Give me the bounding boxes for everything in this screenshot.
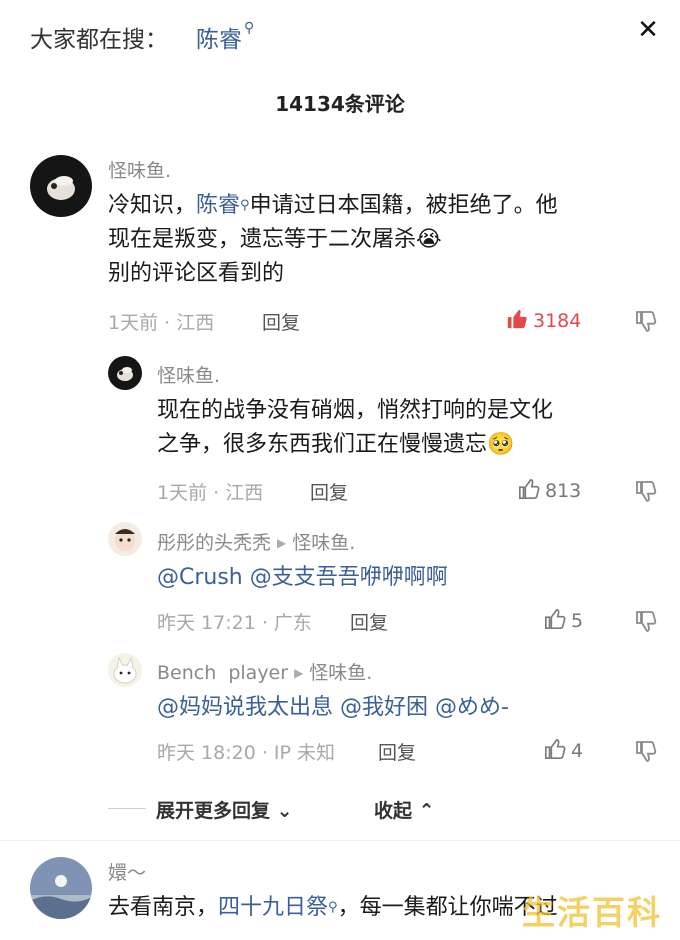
comment-text-segment: 冷知识， [108,193,197,218]
reply-meta: 1天前 · 江西 [157,482,264,504]
reply-button[interactable]: 回复 [262,308,300,335]
reply-username[interactable]: 怪味鱼. [157,361,220,388]
comment-text-segment: 申请过日本国籍，被拒绝了。他 [249,193,558,218]
reply-meta: 昨天 17:21 · 广东 [157,612,312,634]
chevron-down-icon: ⌄ [276,800,293,822]
expand-replies-label: 展开更多回复 [156,800,271,822]
search-term-text: 陈睿 [196,27,242,53]
reply-arrow-icon: ▶ [294,666,304,680]
like-button[interactable]: 5 [544,608,583,632]
comment-line: 冷知识，陈睿⚲申请过日本国籍，被拒绝了。他 [108,189,668,223]
crying-emoji-icon: 😭 [416,227,442,252]
collapse-replies-label: 收起 [374,800,413,822]
comment-line: 现在是叛变，遗忘等于二次屠杀😭 [108,223,668,257]
reply-arrow-icon: ▶ [277,536,287,550]
comment-text-segment: 现在是叛变，遗忘等于二次屠杀 [108,227,417,252]
search-suggestion-bar: 大家都在搜： 陈睿 ⚲ ✕ [0,0,680,75]
avatar[interactable] [30,155,92,217]
avatar[interactable] [108,522,142,556]
dislike-button[interactable] [634,309,660,335]
reply-target[interactable]: 怪味鱼. [292,532,355,554]
close-icon: ✕ [637,15,659,45]
like-count: 4 [571,740,584,762]
reply-username: Bench player ▶ 怪味鱼. [157,658,372,685]
like-button[interactable]: 813 [518,478,581,502]
reply-button[interactable]: 回复 [378,738,416,765]
thumbs-up-icon [545,739,566,759]
search-suggestion-label: 大家都在搜： [30,27,168,53]
thumbs-down-icon [636,481,657,502]
thumbs-down-icon [636,741,657,762]
thumbs-down-icon [636,311,657,332]
expand-divider [108,808,146,809]
watermark: 生活百科 [522,893,662,932]
search-icon: ⚲ [328,900,338,915]
thumbs-up-icon [507,309,527,329]
like-count: 5 [571,610,584,632]
like-button[interactable]: 4 [544,738,583,762]
comment-text-segment: 之争，很多东西我们正在慢慢遗忘 [157,432,488,457]
chevron-up-icon: ⌃ [418,800,435,822]
comment-text-segment: 去看南京， [108,895,219,920]
dislike-button[interactable] [634,739,660,765]
search-link[interactable]: 陈睿⚲ [196,193,250,218]
comments-count: 14134条评论 [275,92,405,116]
collapse-replies-button[interactable]: 收起 ⌃ [374,796,435,823]
reply-text[interactable]: @Crush @支支吾吾咿咿啊啊 [157,561,657,595]
search-icon: ⚲ [244,20,255,36]
reply-target[interactable]: 怪味鱼. [309,662,372,684]
thumbs-up-icon [545,609,566,629]
reply-button[interactable]: 回复 [310,478,348,505]
comment-line: 之争，很多东西我们正在慢慢遗忘🥺 [157,428,657,462]
like-count: 3184 [533,310,582,332]
close-button[interactable]: ✕ [632,14,664,46]
reply-meta: 昨天 18:20 · IP 未知 [157,742,336,764]
reply-button[interactable]: 回复 [350,608,388,635]
avatar[interactable] [108,653,142,687]
pleading-emoji-icon: 🥺 [487,432,515,457]
search-link[interactable]: 四十九日祭⚲ [218,895,338,920]
avatar[interactable] [108,356,142,390]
comment-username[interactable]: 怪味鱼. [108,156,171,183]
comment-divider [0,840,680,841]
search-link-text: 四十九日祭 [218,895,329,920]
search-link-text: 陈睿 [196,193,241,218]
comment-meta: 1天前 · 江西 [108,312,215,334]
like-count: 813 [545,480,582,502]
dislike-button[interactable] [634,479,660,505]
thumbs-up-icon [519,479,540,499]
reply-text: 现在的战争没有硝烟，悄然打响的是文化 之争，很多东西我们正在慢慢遗忘🥺 [157,394,657,462]
reply-text[interactable]: @妈妈说我太出息 @我好困 @めめ- [157,691,657,725]
comment-username[interactable]: 嬛～ [108,858,146,885]
reply-username: 彤彤的头秃秃 ▶ 怪味鱼. [157,528,355,555]
avatar[interactable] [30,857,92,919]
comment-text: 冷知识，陈睿⚲申请过日本国籍，被拒绝了。他 现在是叛变，遗忘等于二次屠杀😭 别的… [108,189,668,291]
search-icon: ⚲ [240,198,250,213]
reply-author[interactable]: 彤彤的头秃秃 [157,532,271,554]
search-suggestion-link[interactable]: 陈睿 ⚲ [196,20,254,54]
comment-line: 别的评论区看到的 [108,261,285,286]
dislike-button[interactable] [634,609,660,635]
expand-replies-button[interactable]: 展开更多回复 ⌄ [156,796,293,823]
like-button[interactable]: 3184 [506,308,581,332]
reply-author[interactable]: Bench player [157,662,288,684]
comment-line: 现在的战争没有硝烟，悄然打响的是文化 [157,398,554,423]
thumbs-down-icon [636,611,657,632]
